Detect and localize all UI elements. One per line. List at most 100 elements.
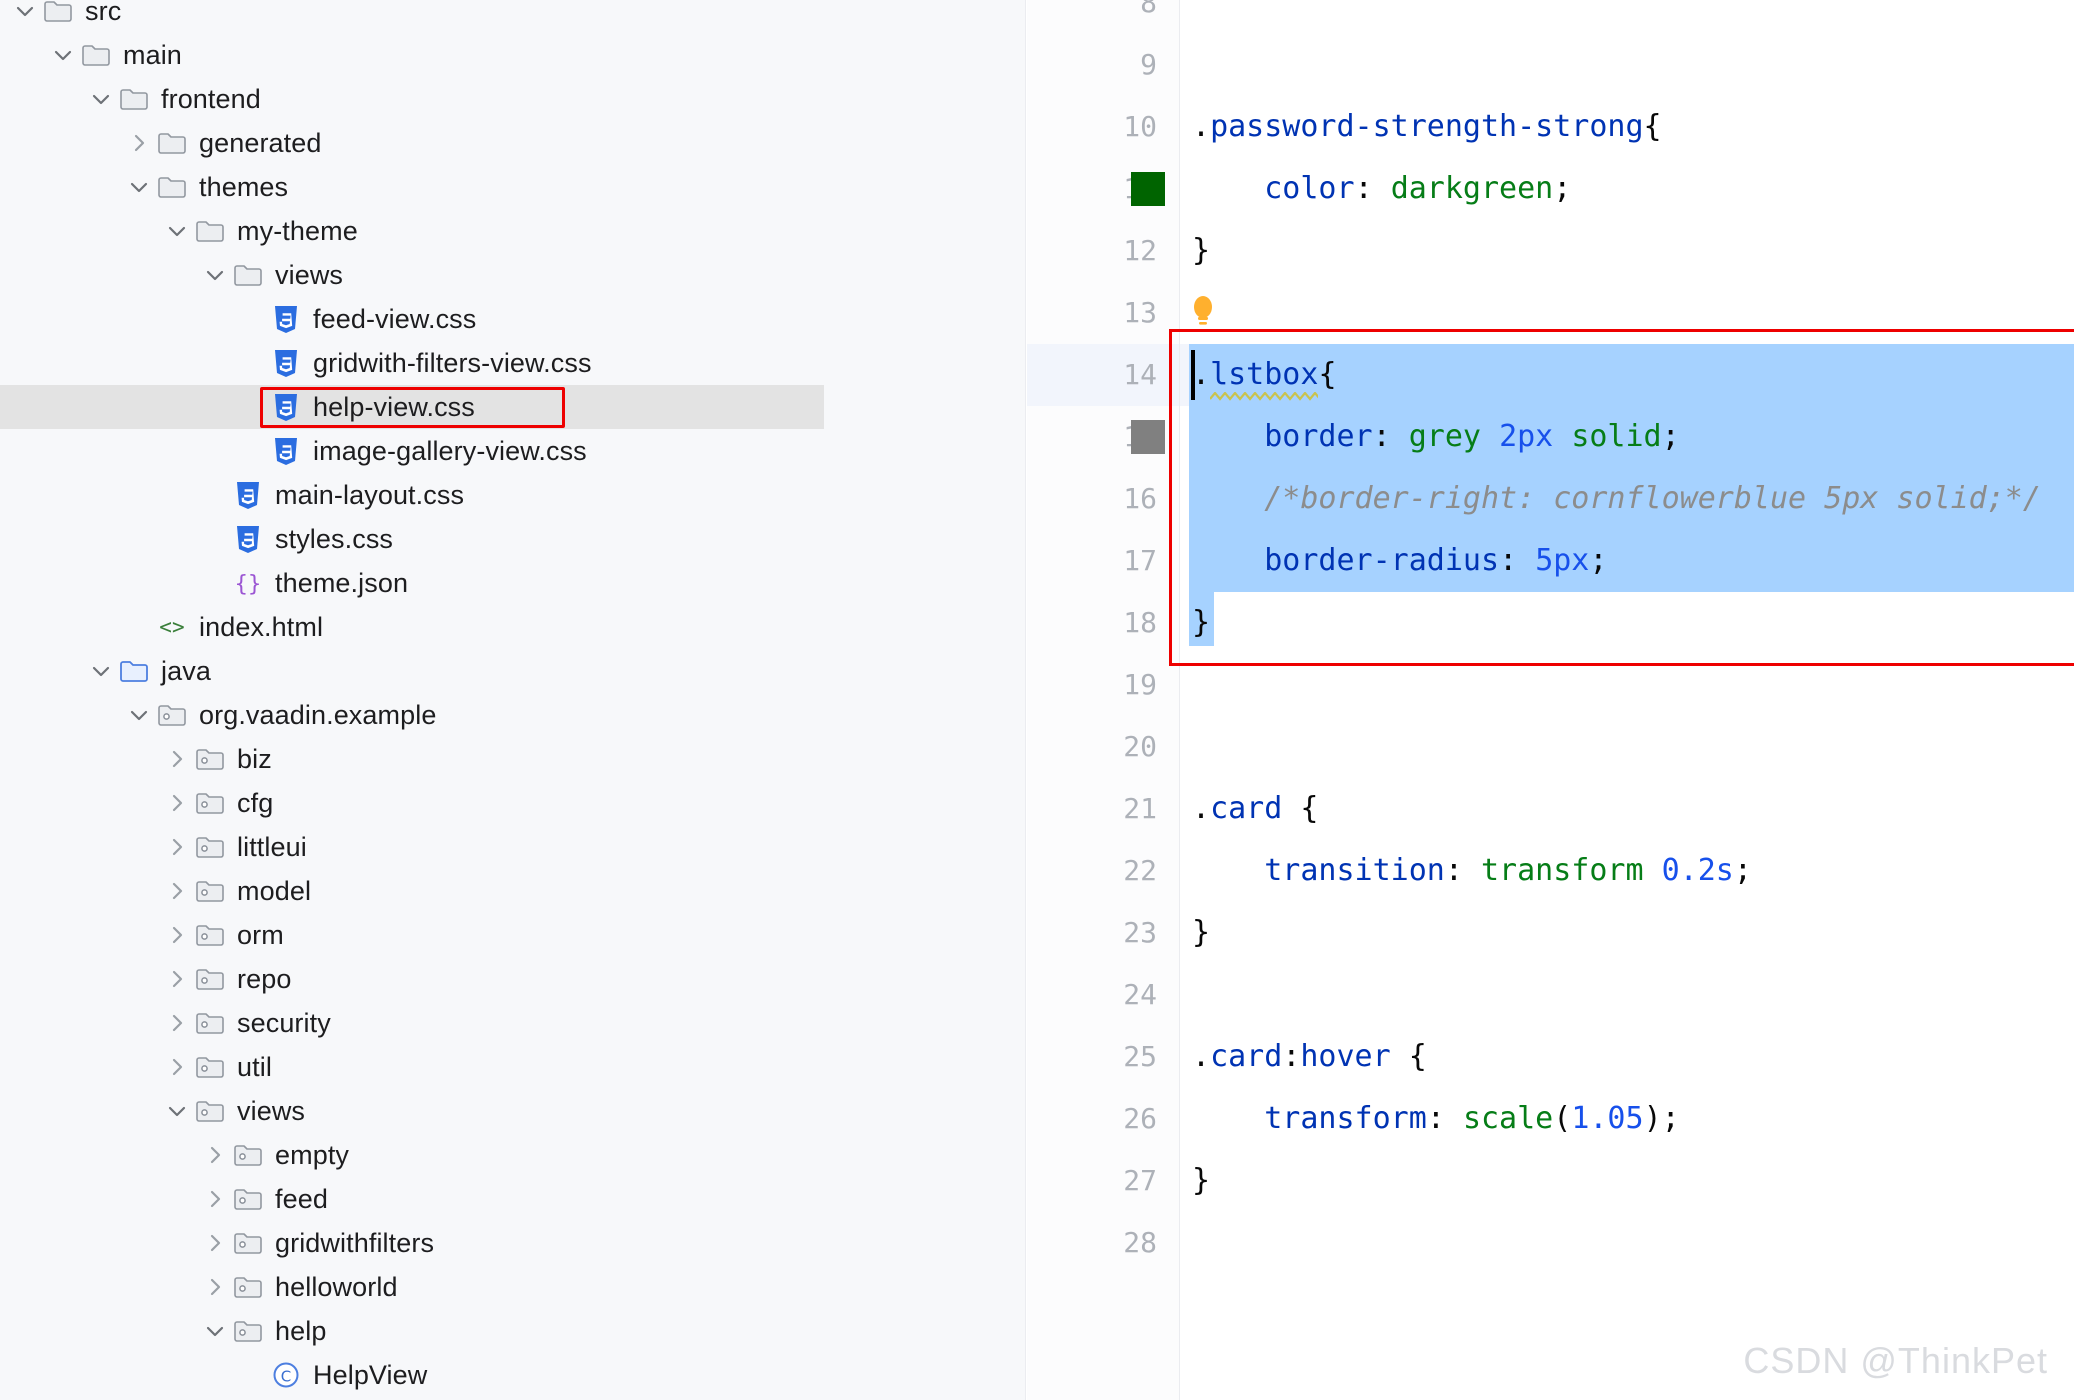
gutter-color-swatch[interactable] <box>1131 172 1165 206</box>
tree-item[interactable]: orm <box>0 913 824 957</box>
tree-item[interactable]: C HelpView <box>0 1353 824 1397</box>
tree-item-selected[interactable]: help-view.css <box>0 385 824 429</box>
code-line[interactable]: } <box>1180 592 2074 654</box>
code-line[interactable] <box>1180 1212 2074 1274</box>
chevron-down-icon[interactable] <box>10 0 40 22</box>
code-line[interactable]: color: darkgreen; <box>1180 158 2074 220</box>
tree-item[interactable]: feed <box>0 1177 824 1221</box>
tree-item[interactable]: main-layout.css <box>0 473 824 517</box>
chevron-down-icon[interactable] <box>48 44 78 66</box>
chevron-right-icon[interactable] <box>200 1232 230 1254</box>
tree-item[interactable]: helloworld <box>0 1265 824 1309</box>
tree-item[interactable]: feed-view.css <box>0 297 824 341</box>
chevron-right-icon[interactable] <box>162 748 192 770</box>
chevron-right-icon[interactable] <box>162 1012 192 1034</box>
tree-item[interactable]: frontend <box>0 77 824 121</box>
code-line[interactable]: transform: scale(1.05); <box>1180 1088 2074 1150</box>
code-token: /*border-right: cornflowerblue 5px solid… <box>1192 481 2041 516</box>
tree-item[interactable]: {} theme.json <box>0 561 824 605</box>
chevron-right-icon[interactable] <box>162 1056 192 1078</box>
code-line[interactable]: } <box>1180 1150 2074 1212</box>
tree-item-label: image-gallery-view.css <box>313 435 587 466</box>
project-file-tree-panel[interactable]: src main frontend generated themes my-theme vi… <box>0 0 824 1400</box>
chevron-down-icon[interactable] <box>124 176 154 198</box>
tree-item[interactable]: themes <box>0 165 824 209</box>
code-line[interactable]: .lstbox{ <box>1180 344 2074 406</box>
tree-item[interactable]: biz <box>0 737 824 781</box>
code-line[interactable]: } <box>1180 220 2074 282</box>
tree-item[interactable]: cfg <box>0 781 824 825</box>
code-line[interactable] <box>1180 716 2074 778</box>
gutter-color-swatch[interactable] <box>1131 420 1165 454</box>
code-line[interactable] <box>1180 0 2074 34</box>
tree-item[interactable]: help <box>0 1309 824 1353</box>
code-editor-panel[interactable]: 8910111213141516171819202122232425262728… <box>824 0 2074 1400</box>
tree-item-label: index.html <box>199 611 324 642</box>
code-line[interactable]: /*border-right: cornflowerblue 5px solid… <box>1180 468 2074 530</box>
code-line[interactable]: .password-strength-strong{ <box>1180 96 2074 158</box>
code-token: } <box>1192 915 1211 950</box>
tree-item[interactable]: littleui <box>0 825 824 869</box>
code-line[interactable] <box>1180 964 2074 1026</box>
tree-item[interactable]: java <box>0 649 824 693</box>
chevron-down-icon[interactable] <box>86 660 116 682</box>
tree-item[interactable]: model <box>0 869 824 913</box>
code-line[interactable]: transition: transform 0.2s; <box>1180 840 2074 902</box>
chevron-right-icon[interactable] <box>162 968 192 990</box>
code-token: solid <box>1571 419 1662 454</box>
css-file-icon <box>268 348 304 378</box>
tree-item[interactable]: gridwith-filters-view.css <box>0 341 824 385</box>
tree-item[interactable]: views <box>0 253 824 297</box>
code-line[interactable]: .card { <box>1180 778 2074 840</box>
code-token: transition <box>1264 853 1445 888</box>
chevron-down-icon[interactable] <box>124 704 154 726</box>
tree-item[interactable]: src <box>0 0 824 33</box>
tree-item-label: src <box>85 0 122 26</box>
tree-item[interactable]: views <box>0 1089 824 1133</box>
editor-gutter-strip[interactable] <box>824 0 1026 1400</box>
chevron-down-icon[interactable] <box>162 1100 192 1122</box>
code-line[interactable]: border: grey 2px solid; <box>1180 406 2074 468</box>
tree-item[interactable]: my-theme <box>0 209 824 253</box>
tree-item[interactable]: styles.css <box>0 517 824 561</box>
chevron-right-icon[interactable] <box>200 1144 230 1166</box>
tree-item[interactable]: main <box>0 33 824 77</box>
chevron-right-icon[interactable] <box>162 924 192 946</box>
tree-item[interactable]: <> index.html <box>0 605 824 649</box>
chevron-right-icon[interactable] <box>200 1276 230 1298</box>
code-line[interactable] <box>1180 34 2074 96</box>
tree-item[interactable]: empty <box>0 1133 824 1177</box>
java-package-icon <box>192 834 228 860</box>
code-line[interactable] <box>1180 654 2074 716</box>
chevron-down-icon[interactable] <box>200 1320 230 1342</box>
chevron-right-icon[interactable] <box>200 1188 230 1210</box>
tree-item[interactable]: image-gallery-view.css <box>0 429 824 473</box>
java-class-icon: C <box>268 1361 304 1389</box>
chevron-down-icon[interactable] <box>86 88 116 110</box>
line-number: 19 <box>1123 668 1157 701</box>
tree-item[interactable]: org.vaadin.example <box>0 693 824 737</box>
code-text-area[interactable]: .password-strength-strong{ color: darkgr… <box>1180 0 2074 1400</box>
tree-item[interactable]: gridwithfilters <box>0 1221 824 1265</box>
tree-item[interactable]: repo <box>0 957 824 1001</box>
line-number: 20 <box>1123 730 1157 763</box>
code-line[interactable]: border-radius: 5px; <box>1180 530 2074 592</box>
editor-line-number-gutter[interactable]: 8910111213141516171819202122232425262728 <box>1027 0 1179 1400</box>
code-line[interactable] <box>1180 282 2074 344</box>
folder-icon <box>230 262 266 288</box>
chevron-right-icon[interactable] <box>162 880 192 902</box>
code-line[interactable]: } <box>1180 902 2074 964</box>
tree-item[interactable]: generated <box>0 121 824 165</box>
code-line[interactable]: .card:hover { <box>1180 1026 2074 1088</box>
chevron-down-icon[interactable] <box>162 220 192 242</box>
css-file-icon <box>268 436 304 466</box>
chevron-right-icon[interactable] <box>162 792 192 814</box>
tree-item[interactable]: security <box>0 1001 824 1045</box>
chevron-right-icon[interactable] <box>124 132 154 154</box>
code-token: 1.05 <box>1571 1101 1644 1136</box>
tree-item-label: views <box>237 1095 306 1126</box>
tree-item[interactable]: util <box>0 1045 824 1089</box>
chevron-right-icon[interactable] <box>162 836 192 858</box>
code-token: 2px <box>1499 419 1554 454</box>
chevron-down-icon[interactable] <box>200 264 230 286</box>
